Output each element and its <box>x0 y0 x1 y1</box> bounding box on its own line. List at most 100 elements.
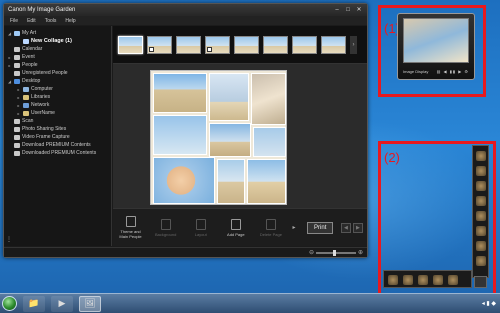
menu-bar: File Edit Tools Help <box>4 16 367 25</box>
zoom-out-icon[interactable]: ⊖ <box>309 249 314 256</box>
expand-arrow-icon[interactable]: ▸ <box>7 55 12 60</box>
collage-photo[interactable] <box>253 127 286 157</box>
sidebar-item[interactable]: ▸ Computer <box>4 85 111 93</box>
docked-thumbnail[interactable] <box>476 211 486 221</box>
zoom-slider-knob[interactable] <box>332 249 336 256</box>
taskbar-app-explorer[interactable]: 📁 <box>23 295 45 312</box>
expand-arrow-icon[interactable]: ▸ <box>16 111 21 116</box>
expand-arrow-icon[interactable]: ◢ <box>7 31 12 36</box>
delete-page-button[interactable]: Delete Page <box>257 218 284 237</box>
zoom-in-icon[interactable]: ⊕ <box>358 249 363 256</box>
menu-edit[interactable]: Edit <box>27 18 36 24</box>
sidebar-item-label: Scan <box>22 118 34 124</box>
page-thumbnail[interactable] <box>234 35 259 54</box>
docked-thumbnail[interactable] <box>476 241 486 251</box>
theme-label: Theme and Main People <box>119 229 142 239</box>
page-thumbnail[interactable] <box>263 35 288 54</box>
theme-button[interactable]: Theme and Main People <box>117 216 144 239</box>
checkbox-icon[interactable] <box>207 46 212 52</box>
menu-help[interactable]: Help <box>65 18 75 24</box>
sidebar-item[interactable]: Photo Sharing Sites <box>4 125 111 133</box>
collage-canvas[interactable] <box>150 70 287 205</box>
sidebar-item[interactable]: ▸ People <box>4 61 111 69</box>
docked-thumbnail[interactable] <box>403 275 413 285</box>
collage-photo[interactable] <box>247 159 286 204</box>
expand-arrow-icon[interactable]: ◢ <box>7 79 12 84</box>
expand-arrow-icon[interactable]: ▸ <box>16 95 21 100</box>
close-button[interactable]: ✕ <box>355 6 363 14</box>
collage-photo[interactable] <box>251 73 286 125</box>
system-tray[interactable]: ◂ ▮ ◆ <box>482 300 500 307</box>
folder-icon <box>14 70 20 76</box>
dock-corner-button[interactable] <box>474 276 487 288</box>
expand-arrow-icon[interactable]: ▸ <box>16 103 21 108</box>
docked-thumbnail[interactable] <box>433 275 443 285</box>
docked-thumbnail[interactable] <box>476 226 486 236</box>
taskbar-app-media[interactable]: ▶ <box>51 295 73 312</box>
zoom-slider[interactable] <box>315 249 356 256</box>
collage-photo[interactable] <box>209 123 251 157</box>
collage-photo[interactable] <box>217 159 245 204</box>
sidebar-item-label: Computer <box>31 86 53 92</box>
delete-page-icon <box>265 218 276 230</box>
docked-thumbnail[interactable] <box>476 166 486 176</box>
docked-thumbnail[interactable] <box>476 151 486 161</box>
more-tools-icon[interactable]: ▸ <box>292 224 295 231</box>
minimize-button[interactable]: – <box>333 6 341 14</box>
taskbar-app-image-garden[interactable]: 🖼 <box>79 295 101 312</box>
collage-photo[interactable] <box>209 73 249 121</box>
layout-label: Layout <box>194 231 207 237</box>
docked-thumbnail[interactable] <box>476 196 486 206</box>
sidebar-item[interactable]: ◢ Desktop <box>4 77 111 85</box>
sidebar-item[interactable]: ▸ Network <box>4 101 111 109</box>
docked-thumbnail[interactable] <box>476 181 486 191</box>
background-button[interactable]: Background <box>152 218 179 237</box>
expand-arrow-icon[interactable]: ▸ <box>7 63 12 68</box>
sidebar-item-label: Desktop <box>22 78 41 84</box>
page-thumbnail[interactable] <box>292 35 317 54</box>
sidebar-menu-icon[interactable]: ⋮ <box>6 236 12 243</box>
folder-icon <box>14 134 20 140</box>
add-page-button[interactable]: Add Page <box>222 218 249 237</box>
sidebar-item[interactable]: Scan <box>4 117 111 125</box>
page-thumbnail[interactable] <box>147 35 172 54</box>
start-button[interactable] <box>2 296 17 311</box>
next-page-button[interactable]: ▶ <box>352 222 363 233</box>
collage-photo[interactable] <box>153 115 207 155</box>
expand-arrow-icon[interactable]: ▸ <box>16 87 21 92</box>
docked-image-strip-horizontal[interactable] <box>383 270 472 288</box>
sidebar-item[interactable]: Downloaded PREMIUM Contents <box>4 149 111 157</box>
sidebar-item[interactable]: Calendar <box>4 45 111 53</box>
sidebar-item[interactable]: Video Frame Capture <box>4 133 111 141</box>
sidebar-item[interactable]: ◢ My Art <box>4 29 111 37</box>
page-thumbnail[interactable] <box>321 35 346 54</box>
menu-file[interactable]: File <box>10 18 18 24</box>
taskbar: 📁 ▶ 🖼 ◂ ▮ ◆ <box>0 293 500 313</box>
docked-thumbnail[interactable] <box>388 275 398 285</box>
page-thumbnail[interactable] <box>118 35 143 54</box>
menu-tools[interactable]: Tools <box>45 18 57 24</box>
checkbox-icon[interactable] <box>149 46 154 52</box>
layout-button[interactable]: Layout <box>187 218 214 237</box>
collage-photo[interactable] <box>153 157 215 204</box>
print-button[interactable]: Print <box>307 221 333 234</box>
docked-image-strip-vertical[interactable] <box>472 145 489 278</box>
gadget-controls[interactable]: ▤ ◀ ▮▮ ▶ ⚙ <box>437 69 469 74</box>
previous-page-button[interactable]: ◀ <box>340 222 351 233</box>
page-thumbnail[interactable] <box>176 35 201 54</box>
docked-thumbnail[interactable] <box>476 256 486 266</box>
sidebar-item[interactable]: New Collage (1) <box>4 37 111 45</box>
page-thumbnail[interactable] <box>205 35 230 54</box>
maximize-button[interactable]: □ <box>344 6 352 14</box>
sidebar-item[interactable]: ▸ UserName <box>4 109 111 117</box>
sidebar-item[interactable]: ▸ Libraries <box>4 93 111 101</box>
sidebar-item[interactable]: ▸ Event <box>4 53 111 61</box>
sidebar-item[interactable]: Download PREMIUM Contents <box>4 141 111 149</box>
gadget-screen[interactable] <box>403 18 469 63</box>
sidebar-item[interactable]: Unregistered People <box>4 69 111 77</box>
collage-photo[interactable] <box>153 73 207 113</box>
image-display-gadget[interactable]: Image Display ▤ ◀ ▮▮ ▶ ⚙ <box>397 13 475 80</box>
docked-thumbnail[interactable] <box>448 275 458 285</box>
filmstrip-scroll-right[interactable]: › <box>350 35 357 54</box>
docked-thumbnail[interactable] <box>418 275 428 285</box>
